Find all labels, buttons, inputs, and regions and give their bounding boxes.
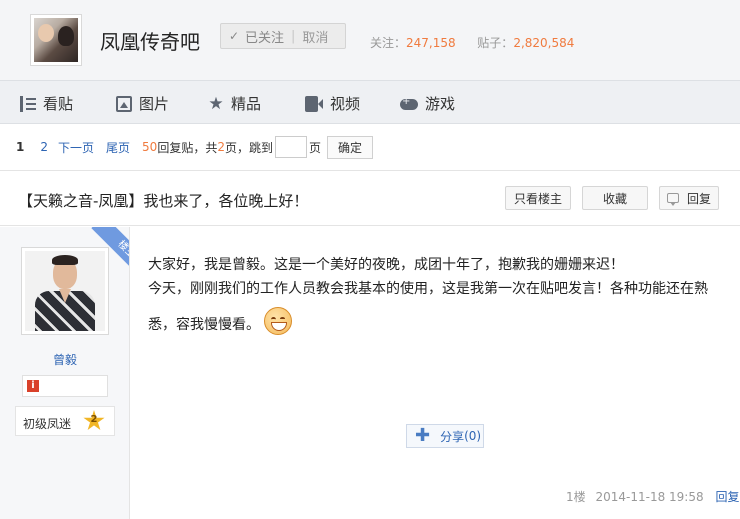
avatar[interactable] <box>21 247 109 335</box>
post-time: 2014-11-18 19:58 <box>595 490 704 504</box>
author-name[interactable]: 曾毅 <box>0 351 129 368</box>
forum-avatar[interactable] <box>30 14 82 66</box>
reply-text-a: 回复贴，共 <box>157 140 218 155</box>
reply-icon <box>666 193 679 206</box>
jump-page-input[interactable] <box>274 136 307 158</box>
reply-label: 回复 <box>686 191 711 206</box>
check-icon: ✓ <box>229 29 240 43</box>
total-pages: 2 <box>217 140 225 154</box>
level-name: 初级凤迷 <box>23 417 72 431</box>
floor-number: 1楼 <box>566 490 586 504</box>
divider: | <box>291 28 296 44</box>
followed-label: 已关注 <box>245 30 285 46</box>
video-icon <box>305 95 323 112</box>
floor-reply-link[interactable]: 回复 <box>715 490 739 504</box>
forum-stats: 关注：247,158 贴子：2,820,584 <box>370 34 574 51</box>
tab-images[interactable]: 图片 <box>116 93 169 114</box>
pagination: 1 2 下一页 尾页 50 回复贴，共 2 页，跳到 页 确定 <box>0 124 740 170</box>
image-icon <box>116 95 132 112</box>
thread-title: 【天籁之音-凤凰】我也来了，各位晚上好！ <box>18 192 309 210</box>
forum-name[interactable]: 凤凰传奇吧 <box>100 26 200 55</box>
follow-toggle[interactable]: ✓ 已关注 | 取消 <box>220 23 346 49</box>
user-info-box[interactable]: i <box>22 375 108 397</box>
author-sidebar: 楼主 曾毅 i 初级凤迷 2 <box>0 227 130 519</box>
level-number: 2 <box>90 414 98 425</box>
page-unit: 页 <box>308 140 321 155</box>
star-icon: ★ <box>208 93 224 114</box>
tab-featured[interactable]: ★ 精品 <box>208 93 261 114</box>
user-level[interactable]: 初级凤迷 2 <box>15 406 115 436</box>
thread-title-bar: 【天籁之音-凤凰】我也来了，各位晚上好！ 只看楼主 收藏 回复 <box>0 170 740 226</box>
post-line: 大家好，我是曾毅。这是一个美好的夜晚，成团十年了，抱歉我的姗姗来迟！ <box>148 257 624 273</box>
followers-count: 247,158 <box>406 36 456 50</box>
tab-label: 视频 <box>330 95 361 113</box>
post-content: 大家好，我是曾毅。这是一个美好的夜晚，成团十年了，抱歉我的姗姗来迟！ 今天，刚刚… <box>148 253 728 337</box>
post-line-last: 悉，容我慢慢看。 <box>148 307 728 337</box>
gamepad-icon <box>400 96 418 110</box>
tab-kantie[interactable]: 看贴 <box>20 93 73 114</box>
share-icon: ✚ <box>415 425 431 446</box>
tab-label: 游戏 <box>425 95 456 113</box>
post-line: 今天，刚刚我们的工作人员教会我基本的使用，这是我第一次在贴吧发言！各种功能还在熟 <box>148 281 708 297</box>
tab-games[interactable]: 游戏 <box>400 93 455 114</box>
post-meta: 1楼 2014-11-18 19:58 回复 <box>566 488 739 505</box>
followers-label: 关注： <box>370 36 407 50</box>
posts-count: 2,820,584 <box>513 36 575 50</box>
last-page-link[interactable]: 尾页 <box>106 139 130 156</box>
list-icon <box>20 95 36 112</box>
forum-header: 凤凰传奇吧 ✓ 已关注 | 取消 关注：247,158 贴子：2,820,584 <box>0 0 740 80</box>
tab-label: 精品 <box>231 95 262 113</box>
current-page: 1 <box>16 140 25 154</box>
posts-label: 贴子： <box>477 36 514 50</box>
favorite-button[interactable]: 收藏 <box>582 186 648 210</box>
tab-video[interactable]: 视频 <box>305 93 360 114</box>
confirm-button[interactable]: 确定 <box>327 135 374 159</box>
info-icon: i <box>27 380 39 392</box>
reply-count: 50 <box>142 140 158 154</box>
only-author-button[interactable]: 只看楼主 <box>505 186 571 210</box>
reply-text-b: 页，跳到 <box>224 140 273 155</box>
post-line: 悉，容我慢慢看。 <box>148 317 260 333</box>
forum-nav: 看贴 图片 ★ 精品 视频 游戏 <box>0 80 740 124</box>
unfollow-button[interactable]: 取消 <box>302 27 328 46</box>
share-count: (0) <box>464 429 482 443</box>
reply-button[interactable]: 回复 <box>659 186 719 210</box>
grin-emoji-icon <box>264 307 292 335</box>
tab-label: 看贴 <box>43 95 74 113</box>
share-button[interactable]: ✚ 分享 (0) <box>406 424 484 448</box>
share-label: 分享 <box>440 429 465 444</box>
page-2-link[interactable]: 2 <box>40 140 48 154</box>
tab-label: 图片 <box>139 95 170 113</box>
next-page-link[interactable]: 下一页 <box>58 139 94 156</box>
